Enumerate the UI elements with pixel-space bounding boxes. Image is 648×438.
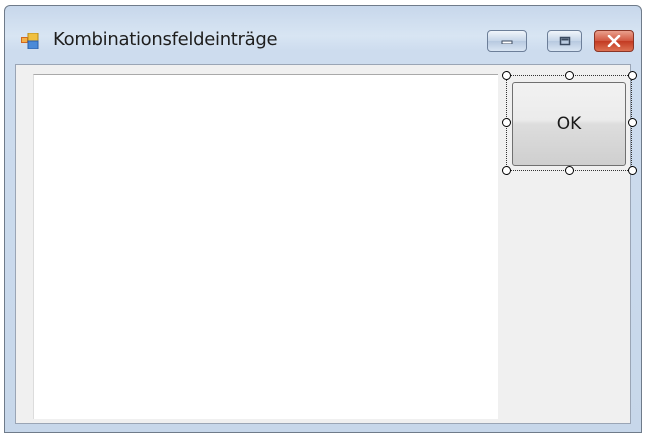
resize-handle-top-left[interactable]: [502, 71, 511, 80]
resize-handle-top-right[interactable]: [628, 71, 637, 80]
maximize-icon: [559, 36, 570, 46]
resize-handle-bottom-right[interactable]: [628, 166, 637, 175]
close-icon: [607, 35, 621, 47]
ok-button[interactable]: OK: [512, 82, 626, 166]
resize-handle-bottom-left[interactable]: [502, 166, 511, 175]
combobox-items-listbox[interactable]: [33, 74, 498, 419]
minimize-button[interactable]: [487, 30, 527, 52]
close-button[interactable]: [594, 30, 634, 52]
form-icon: [21, 33, 39, 49]
minimize-icon: [501, 40, 513, 44]
form-window: Kombinationsfeldeinträge OK: [4, 5, 642, 433]
resize-handle-top-middle[interactable]: [565, 71, 574, 80]
resize-handle-middle-right[interactable]: [628, 118, 637, 127]
maximize-button[interactable]: [547, 30, 582, 52]
title-bar[interactable]: Kombinationsfeldeinträge: [5, 6, 641, 62]
resize-handle-middle-left[interactable]: [502, 118, 511, 127]
resize-handle-bottom-middle[interactable]: [565, 166, 574, 175]
window-title: Kombinationsfeldeinträge: [53, 29, 278, 50]
form-client-area: OK: [15, 64, 637, 424]
